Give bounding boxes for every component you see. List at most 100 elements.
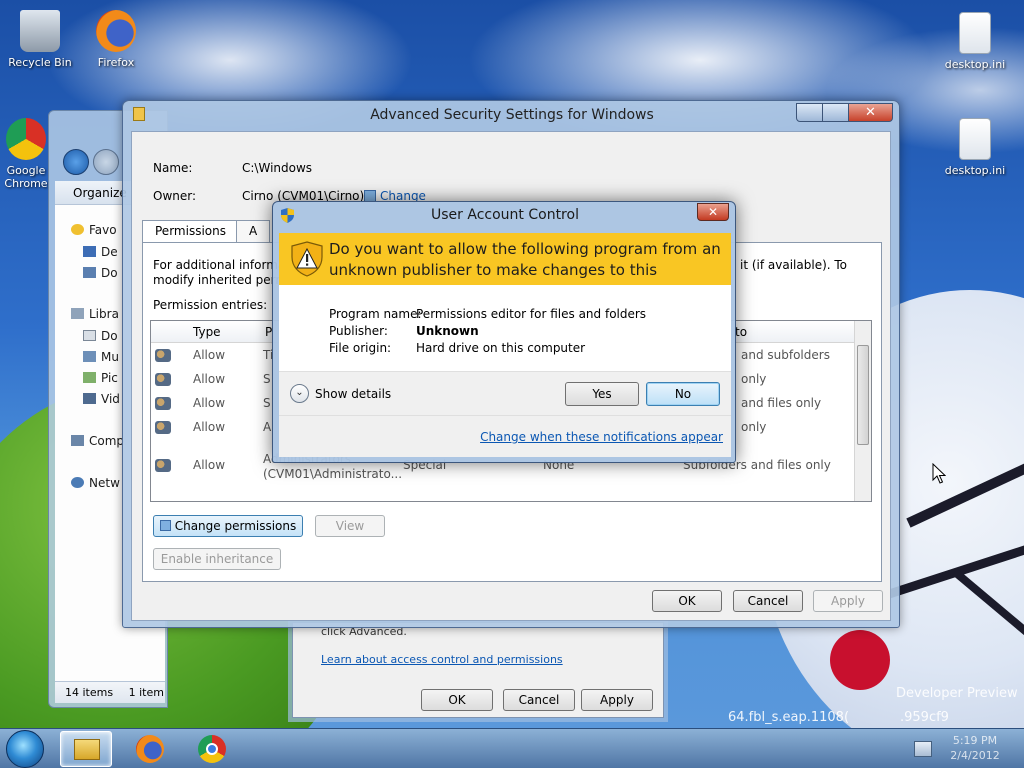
nav-label: Netw: [89, 476, 120, 490]
nav-item-computer[interactable]: Comp: [71, 434, 124, 448]
name-label: Name:: [153, 161, 193, 175]
forward-arrow-icon[interactable]: [93, 149, 119, 175]
desktop-icon-recycle-bin[interactable]: Recycle Bin: [0, 10, 80, 69]
tab-permissions[interactable]: Permissions: [142, 220, 239, 242]
pictures-icon: [83, 372, 96, 383]
change-notifications-link[interactable]: Change when these notifications appear: [480, 430, 723, 444]
taskbar-chrome-button[interactable]: [186, 731, 238, 767]
info-text: modify inherited perm: [153, 273, 288, 287]
tab-auditing[interactable]: A: [236, 220, 271, 242]
nav-item-videos[interactable]: Vid: [83, 392, 120, 406]
users-icon: [155, 349, 171, 362]
minimize-button[interactable]: [796, 103, 823, 122]
close-button[interactable]: ✕: [697, 203, 729, 221]
nav-item-libraries[interactable]: Libra: [71, 307, 119, 321]
firefox-icon: [96, 10, 136, 52]
close-button[interactable]: ✕: [848, 103, 893, 122]
cell-type: Allow: [193, 396, 226, 410]
cancel-button[interactable]: Cancel: [733, 590, 803, 612]
clock-time: 5:19 PM: [952, 734, 998, 747]
chevron-down-icon[interactable]: ⌄: [290, 384, 309, 403]
network-tray-icon[interactable]: [914, 741, 932, 757]
watermark-text: Developer Preview: [896, 686, 1018, 701]
shield-icon: [159, 520, 171, 531]
uac-program-info: Program name: Permissions editor for fil…: [279, 285, 731, 371]
status-items: 14 items: [65, 686, 114, 699]
system-clock[interactable]: 5:19 PM 2/4/2012: [940, 733, 1010, 763]
ok-button[interactable]: OK: [652, 590, 722, 612]
cell-principal: S: [263, 396, 271, 410]
cell-applies-to: and subfolders: [741, 348, 830, 362]
properties-dialog: click Advanced. Learn about access contr…: [292, 622, 664, 718]
list-scrollbar[interactable]: [854, 321, 871, 501]
chrome-icon: [198, 735, 226, 763]
watermark-text: 64.fbl_s.eap.1108(: [728, 710, 850, 725]
firefox-icon: [136, 735, 164, 763]
program-name-value: Permissions editor for files and folders: [416, 307, 647, 321]
yes-button[interactable]: Yes: [565, 382, 639, 406]
nav-label: Do: [101, 329, 118, 343]
apply-button[interactable]: Apply: [581, 689, 653, 711]
column-header-applies-to[interactable]: to: [735, 325, 747, 339]
show-details-toggle[interactable]: Show details: [315, 387, 391, 401]
nav-item-network[interactable]: Netw: [71, 476, 120, 490]
desktop-icon-desktop-ini[interactable]: desktop.ini: [935, 12, 1015, 71]
cancel-button[interactable]: Cancel: [503, 689, 575, 711]
apply-button[interactable]: Apply: [813, 590, 883, 612]
view-button[interactable]: View: [315, 515, 385, 537]
file-origin-value: Hard drive on this computer: [416, 341, 586, 355]
window-title: Advanced Security Settings for Windows: [370, 107, 654, 123]
learn-access-control-link[interactable]: Learn about access control and permissio…: [321, 653, 563, 666]
uac-dialog: User Account Control ✕ Do you want to al…: [272, 201, 736, 463]
program-name-label: Program name:: [329, 307, 422, 321]
status-selected: 1 item selected: [128, 686, 165, 699]
uac-header: Do you want to allow the following progr…: [279, 233, 731, 300]
nav-label: Do: [101, 266, 118, 280]
name-value: C:\Windows: [242, 161, 313, 175]
nav-item-downloads[interactable]: Do: [83, 266, 118, 280]
mouse-cursor-icon: [932, 463, 946, 484]
nav-item-documents[interactable]: Do: [83, 329, 118, 343]
owner-label: Owner:: [153, 189, 197, 203]
ok-button[interactable]: OK: [421, 689, 493, 711]
back-arrow-icon[interactable]: [63, 149, 89, 175]
nav-item-music[interactable]: Mu: [83, 350, 119, 364]
scrollbar-thumb[interactable]: [857, 345, 869, 445]
desktop-icon-label: Firefox: [97, 56, 135, 69]
users-icon: [155, 397, 171, 410]
watermark-text: .959cf9: [900, 710, 949, 725]
nav-item-favorites[interactable]: Favo: [71, 223, 117, 237]
change-permissions-button[interactable]: Change permissions: [153, 515, 303, 537]
publisher-label: Publisher:: [329, 324, 388, 338]
library-icon: [71, 308, 84, 319]
desktop-icon-firefox[interactable]: Firefox: [76, 10, 156, 69]
nav-label: Comp: [89, 434, 125, 448]
start-button[interactable]: [6, 730, 44, 768]
taskbar-firefox-button[interactable]: [124, 731, 176, 767]
nav-item-pictures[interactable]: Pic: [83, 371, 118, 385]
taskbar-explorer-button[interactable]: [60, 731, 112, 767]
no-button[interactable]: No: [646, 382, 720, 406]
uac-footer: Change when these notifications appear: [279, 415, 731, 457]
computer-icon: [71, 435, 84, 446]
videos-icon: [83, 393, 96, 404]
desktop-icon-desktop-ini[interactable]: desktop.ini: [935, 118, 1015, 177]
documents-icon: [83, 330, 96, 341]
cell-applies-to: only: [741, 372, 767, 386]
nav-label: Pic: [101, 371, 118, 385]
warning-shield-icon: [291, 241, 323, 277]
nav-item-desktop[interactable]: De: [83, 245, 118, 259]
folder-icon: [74, 739, 100, 760]
cell-principal: S: [263, 372, 271, 386]
cell-type: Allow: [193, 372, 226, 386]
users-icon: [155, 459, 171, 472]
wallpaper-detail: [830, 630, 890, 690]
column-header-type[interactable]: Type: [193, 325, 221, 339]
chrome-icon: [6, 118, 46, 160]
cell-applies-to: and files only: [741, 396, 822, 410]
enable-inheritance-button[interactable]: Enable inheritance: [153, 548, 281, 570]
permission-entries-label: Permission entries:: [153, 298, 268, 312]
maximize-button[interactable]: [822, 103, 849, 122]
info-text: it (if available). To: [740, 258, 848, 272]
nav-label: Vid: [101, 392, 120, 406]
